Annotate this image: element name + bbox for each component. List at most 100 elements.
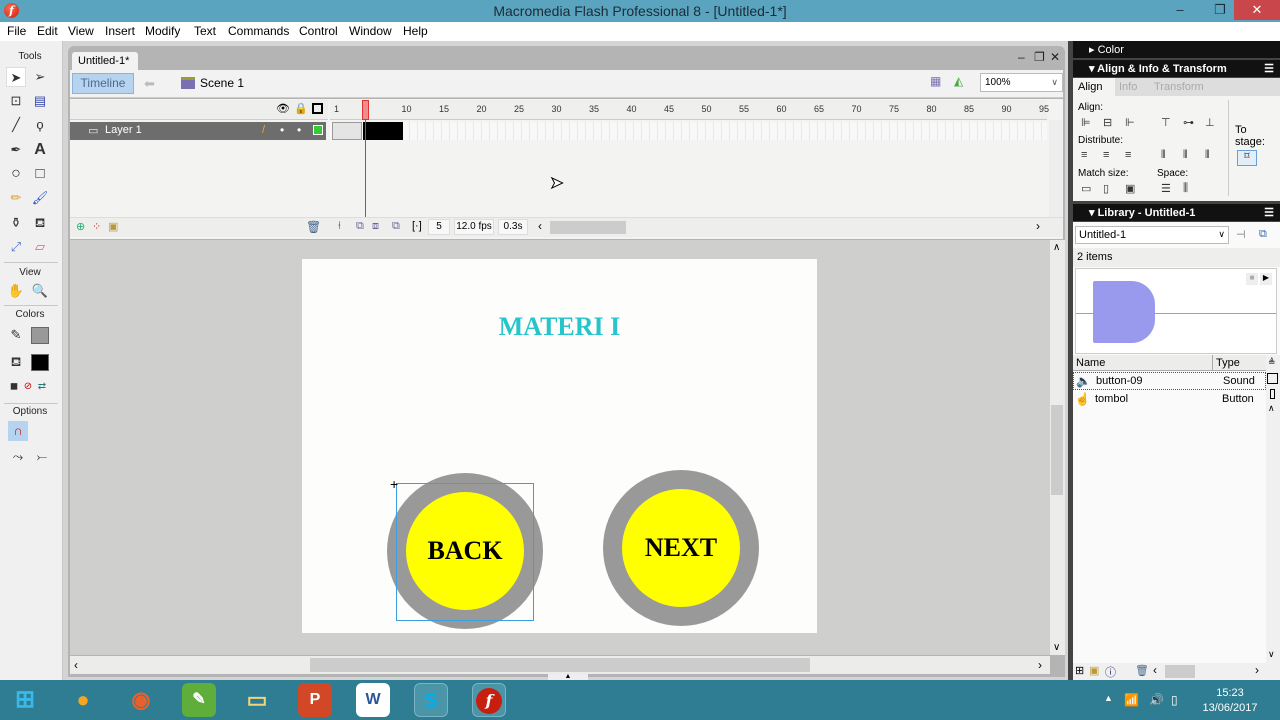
frame-rate[interactable]: 12.0 fps — [454, 219, 494, 235]
center-frame-icon[interactable]: ⍿ — [338, 220, 341, 233]
menu-text[interactable]: Text — [194, 24, 216, 38]
library-scroll-thumb[interactable] — [1165, 665, 1195, 678]
onion-skin-icon[interactable]: ⧉ — [356, 220, 364, 233]
show-hidden-icons[interactable]: ▲ — [1104, 693, 1113, 703]
lasso-tool-icon[interactable]: ϙ — [30, 115, 50, 135]
timeline-toggle-button[interactable]: Timeline — [72, 73, 134, 94]
menu-view[interactable]: View — [68, 24, 94, 38]
edit-multiple-frames-icon[interactable]: ⧉ — [392, 220, 400, 233]
skype-icon[interactable]: S — [414, 683, 448, 717]
outline-color-swatch[interactable] — [313, 125, 323, 135]
lock-dot[interactable]: • — [297, 123, 301, 137]
scroll-up-icon[interactable]: ∧ — [1268, 403, 1275, 414]
keyframe-span[interactable] — [332, 122, 362, 140]
align-top-icon[interactable]: ⊤ — [1161, 116, 1171, 129]
menu-help[interactable]: Help — [403, 24, 428, 38]
arrow-tool-icon[interactable]: ➤ — [6, 67, 26, 87]
stop-icon[interactable]: ■ — [1246, 273, 1258, 285]
brush-tool-icon[interactable]: 🖌 — [30, 188, 50, 208]
insert-layer-icon[interactable]: ⊕ — [76, 220, 85, 233]
sort-icon[interactable]: ≜ — [1268, 357, 1276, 368]
visible-dot[interactable]: • — [280, 123, 284, 137]
scene-breadcrumb[interactable]: Scene 1 — [200, 76, 244, 90]
add-motion-guide-icon[interactable]: ⁘ — [92, 220, 101, 233]
library-panel-header[interactable]: ▾ Library - Untitled-1 ☰ — [1073, 204, 1280, 221]
pencil-tool-icon[interactable]: ✏ — [6, 188, 26, 208]
stroke-color-swatch[interactable] — [31, 327, 49, 344]
coreldraw-icon[interactable]: ✎ — [182, 683, 216, 717]
edit-symbols-icon[interactable]: ◭ — [954, 74, 972, 92]
firefox-icon[interactable]: ◉ — [124, 683, 158, 717]
library-item[interactable]: 🔈 button-09 Sound — [1073, 372, 1266, 390]
menu-insert[interactable]: Insert — [105, 24, 135, 38]
scroll-right-icon[interactable]: › — [1255, 663, 1259, 677]
line-tool-icon[interactable]: ╱ — [6, 115, 26, 135]
distribute-right-icon[interactable]: ⫴ — [1205, 149, 1210, 162]
panel-menu-icon[interactable]: ☰ — [1264, 62, 1274, 75]
scroll-down-icon[interactable]: ∨ — [1268, 649, 1275, 660]
to-stage-toggle[interactable]: ⌑ — [1237, 150, 1257, 166]
stage-vertical-scrollbar[interactable]: ∧ ∨ — [1050, 240, 1065, 655]
tab-info[interactable]: Info — [1119, 81, 1137, 93]
frame-ruler[interactable]: 15101520253035404550556065707580859095 — [330, 100, 1049, 120]
modify-onion-markers-icon[interactable]: [·] — [412, 220, 422, 232]
lock-icon[interactable]: 🔒 — [294, 102, 308, 115]
scroll-right-icon[interactable]: › — [1036, 219, 1040, 233]
distribute-left-icon[interactable]: ⫴ — [1161, 149, 1166, 162]
align-bottom-icon[interactable]: ⊥ — [1205, 116, 1215, 129]
distribute-bottom-icon[interactable]: ≡ — [1125, 149, 1131, 161]
space-vertical-icon[interactable]: ☰ — [1161, 182, 1171, 195]
scroll-left-icon[interactable]: ‹ — [538, 219, 542, 233]
scroll-left-icon[interactable]: ‹ — [74, 658, 78, 672]
text-tool-icon[interactable]: A — [30, 140, 50, 160]
fill-color-swatch[interactable] — [31, 354, 49, 371]
hand-tool-icon[interactable]: ✋ — [6, 281, 26, 301]
new-library-panel-icon[interactable]: ⧉ — [1259, 228, 1267, 241]
smooth-icon[interactable]: ⤳ — [8, 447, 28, 467]
trash-icon[interactable]: 🗑 — [306, 220, 321, 234]
frames-row[interactable] — [330, 122, 1047, 140]
timeline-scroll-thumb[interactable] — [550, 221, 626, 234]
menu-control[interactable]: Control — [299, 24, 338, 38]
volume-icon[interactable]: 🔊 — [1149, 693, 1164, 707]
gradient-transform-tool-icon[interactable]: ▤ — [30, 91, 50, 111]
color-panel-header[interactable]: ▸ Color — [1073, 41, 1280, 58]
scroll-left-icon[interactable]: ‹ — [1153, 663, 1157, 677]
properties-icon[interactable]: ⓘ — [1105, 664, 1116, 680]
scroll-up-icon[interactable]: ∧ — [1053, 242, 1060, 253]
align-vcenter-icon[interactable]: ⊶ — [1183, 116, 1194, 129]
menu-commands[interactable]: Commands — [228, 24, 289, 38]
distribute-hcenter-icon[interactable]: ⫴ — [1183, 149, 1188, 162]
match-both-icon[interactable]: ▣ — [1125, 182, 1135, 195]
layer-row[interactable]: ▭ Layer 1 / • • — [70, 122, 326, 140]
close-button[interactable]: ✕ — [1234, 0, 1280, 20]
free-transform-tool-icon[interactable]: ⊡ — [6, 91, 26, 111]
trash-icon[interactable]: 🗑 — [1135, 664, 1149, 677]
minimize-button[interactable]: – — [1165, 0, 1195, 20]
column-type[interactable]: Type — [1216, 357, 1240, 369]
panel-menu-icon[interactable]: ☰ — [1264, 206, 1274, 219]
match-height-icon[interactable]: ▯ — [1103, 182, 1109, 195]
align-left-icon[interactable]: ⊫ — [1081, 116, 1091, 129]
timeline-vertical-scrollbar[interactable] — [1049, 120, 1063, 217]
new-symbol-icon[interactable]: ⊞ — [1075, 664, 1084, 677]
distribute-vcenter-icon[interactable]: ≡ — [1103, 149, 1109, 161]
rectangle-tool-icon[interactable]: □ — [30, 164, 50, 184]
space-horizontal-icon[interactable]: ⫼ — [1183, 182, 1188, 195]
doc-minimize-button[interactable]: – — [1018, 50, 1025, 64]
swap-colors-icon[interactable]: ⇄ — [32, 377, 52, 397]
straighten-icon[interactable]: ⤚ — [32, 447, 52, 467]
paint-bucket-tool-icon[interactable]: ⛾ — [30, 213, 50, 233]
column-name[interactable]: Name — [1076, 357, 1105, 369]
playhead[interactable] — [362, 100, 369, 120]
doc-restore-button[interactable]: ❐ — [1034, 50, 1045, 64]
library-item[interactable]: ☝ tombol Button — [1073, 391, 1266, 409]
zoom-tool-icon[interactable]: 🔍 — [30, 281, 50, 301]
align-hcenter-icon[interactable]: ⊟ — [1103, 116, 1112, 129]
play-icon[interactable]: ▶ — [1260, 273, 1272, 285]
menu-window[interactable]: Window — [349, 24, 392, 38]
file-explorer-icon[interactable]: ▭ — [240, 683, 274, 717]
ink-bottle-tool-icon[interactable]: ⚱ — [6, 213, 26, 233]
battery-icon[interactable]: ▯ — [1171, 693, 1178, 707]
align-panel-header[interactable]: ▾ Align & Info & Transform ☰ — [1073, 60, 1280, 77]
